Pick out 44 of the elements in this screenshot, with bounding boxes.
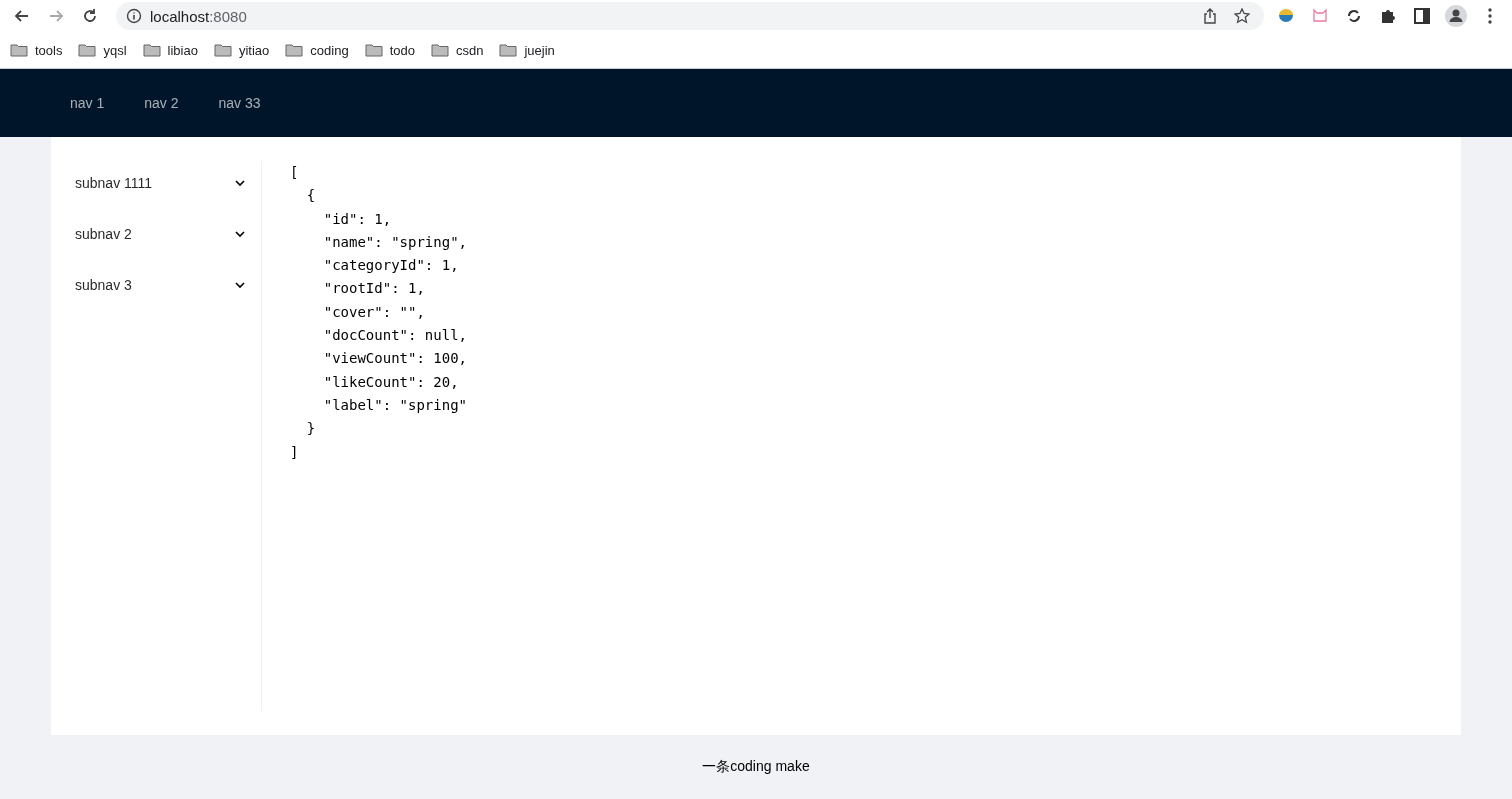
submenu-item[interactable]: subnav 3 [51, 265, 261, 305]
submenu-item[interactable]: subnav 2 [51, 214, 261, 254]
info-icon [126, 8, 142, 24]
folder-icon [213, 43, 232, 57]
code-line: "label": "spring" [322, 395, 467, 415]
folder-icon [10, 43, 28, 57]
bookmark-link[interactable]: csdn [430, 42, 484, 58]
code-line: } [305, 419, 317, 439]
profile-icon[interactable] [1444, 4, 1468, 28]
bookmark-link[interactable]: yitiao [213, 42, 270, 58]
code-line: ] [290, 442, 300, 462]
bookmark-link[interactable]: juejin [499, 42, 555, 58]
footer-text: 一条coding make [702, 758, 810, 776]
bookmark-link[interactable]: coding [285, 42, 349, 58]
code-line: { [305, 186, 317, 206]
folder-icon [430, 43, 449, 57]
nav-item[interactable]: nav 33 [198, 69, 281, 137]
bookmark-link[interactable]: tools [10, 42, 63, 58]
folder-icon [499, 43, 518, 57]
code-line: "rootId": 1, [322, 279, 426, 299]
bookmark-link[interactable]: libiao [142, 42, 198, 58]
folder-icon [142, 43, 161, 57]
address-bar[interactable]: localhost:8080 [116, 2, 1264, 30]
code-line: "viewCount": 100, [322, 349, 467, 369]
bookmark-link[interactable]: todo [364, 42, 415, 58]
submenu-item[interactable]: subnav 1111 [51, 163, 261, 203]
code-line: "docCount": null, [322, 326, 467, 346]
nav-item[interactable]: nav 2 [124, 69, 199, 137]
folder-icon [78, 43, 97, 57]
chevron-icon [235, 179, 245, 187]
bookmark-link[interactable]: yqsl [78, 42, 127, 58]
url-text: localhost:8080 [150, 7, 247, 25]
folder-icon [364, 43, 383, 57]
reload-icon[interactable] [81, 7, 99, 25]
nav-item[interactable]: nav 1 [50, 69, 125, 137]
code-line: "categoryId": 1, [322, 256, 460, 276]
code-line: "likeCount": 20, [322, 372, 460, 392]
folder-icon [285, 43, 304, 57]
chevron-icon [235, 281, 245, 289]
code-line: "cover": "", [322, 302, 426, 322]
code-line: "id": 1, [322, 209, 393, 229]
code-line: [ [290, 163, 300, 182]
code-line: "name": "spring", [322, 232, 467, 252]
chevron-icon [235, 230, 245, 238]
